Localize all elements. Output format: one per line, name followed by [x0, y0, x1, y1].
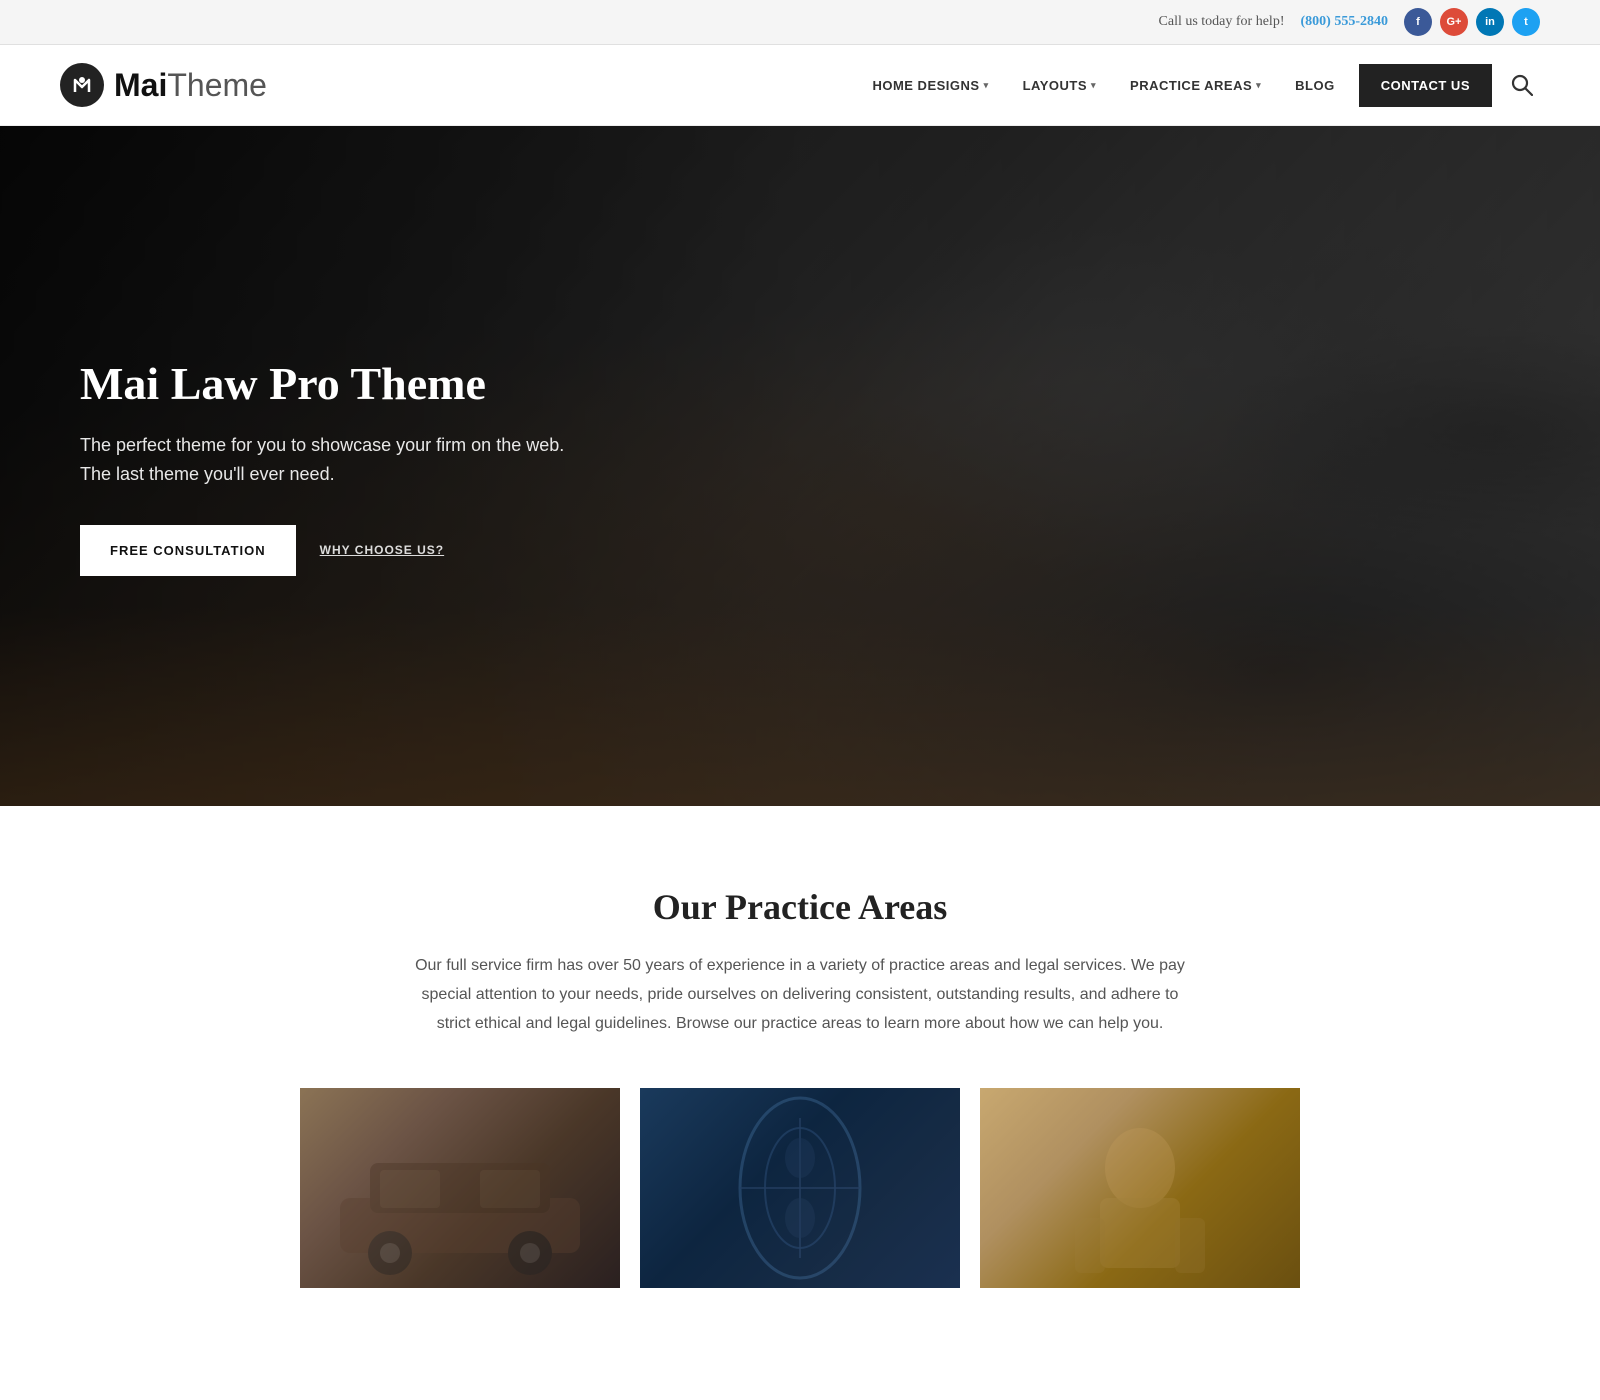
- hero-buttons: FREE CONSULTATION WHY CHOOSE US?: [80, 525, 564, 576]
- twitter-icon[interactable]: t: [1512, 8, 1540, 36]
- logo-icon: [60, 63, 104, 107]
- contact-us-button[interactable]: CONTACT US: [1359, 64, 1492, 107]
- hero-section: Mai Law Pro Theme The perfect theme for …: [0, 126, 1600, 806]
- medical-xray-image: [640, 1088, 960, 1288]
- nav-layouts[interactable]: LAYOUTS ▾: [1009, 68, 1110, 103]
- main-nav: HOME DESIGNS ▾ LAYOUTS ▾ PRACTICE AREAS …: [858, 64, 1540, 107]
- practice-areas-description: Our full service firm has over 50 years …: [410, 952, 1190, 1038]
- practice-card-1[interactable]: [300, 1088, 620, 1288]
- phone-number[interactable]: (800) 555-2840: [1301, 14, 1389, 30]
- site-logo[interactable]: MaiTheme: [60, 63, 267, 107]
- hero-content: Mai Law Pro Theme The perfect theme for …: [0, 356, 644, 576]
- practice-card-2[interactable]: [640, 1088, 960, 1288]
- practice-cards-row: [60, 1088, 1540, 1288]
- facebook-icon[interactable]: f: [1404, 8, 1432, 36]
- chevron-down-icon: ▾: [984, 80, 989, 91]
- why-choose-us-link[interactable]: WHY CHOOSE US?: [320, 543, 444, 557]
- search-icon[interactable]: [1504, 67, 1540, 103]
- hero-title: Mai Law Pro Theme: [80, 356, 564, 411]
- nav-practice-areas[interactable]: PRACTICE AREAS ▾: [1116, 68, 1275, 103]
- chevron-down-icon: ▾: [1256, 80, 1261, 91]
- chevron-down-icon: ▾: [1091, 80, 1096, 91]
- call-text: Call us today for help!: [1159, 14, 1285, 30]
- nav-blog[interactable]: BLOG: [1281, 68, 1349, 103]
- nav-home-designs[interactable]: HOME DESIGNS ▾: [858, 68, 1002, 103]
- site-header: MaiTheme HOME DESIGNS ▾ LAYOUTS ▾ PRACTI…: [0, 45, 1600, 126]
- logo-theme-text: Theme: [167, 67, 267, 103]
- social-icons: f G+ in t: [1404, 8, 1540, 36]
- personal-injury-image: [980, 1088, 1300, 1288]
- practice-card-3[interactable]: [980, 1088, 1300, 1288]
- free-consultation-button[interactable]: FREE CONSULTATION: [80, 525, 296, 576]
- hero-subtitle: The perfect theme for you to showcase yo…: [80, 431, 564, 489]
- logo-mai-text: Mai: [114, 67, 167, 103]
- linkedin-icon[interactable]: in: [1476, 8, 1504, 36]
- practice-areas-section: Our Practice Areas Our full service firm…: [0, 806, 1600, 1348]
- top-bar: Call us today for help! (800) 555-2840 f…: [0, 0, 1600, 45]
- car-accident-image: [300, 1088, 620, 1288]
- practice-areas-title: Our Practice Areas: [60, 886, 1540, 928]
- googleplus-icon[interactable]: G+: [1440, 8, 1468, 36]
